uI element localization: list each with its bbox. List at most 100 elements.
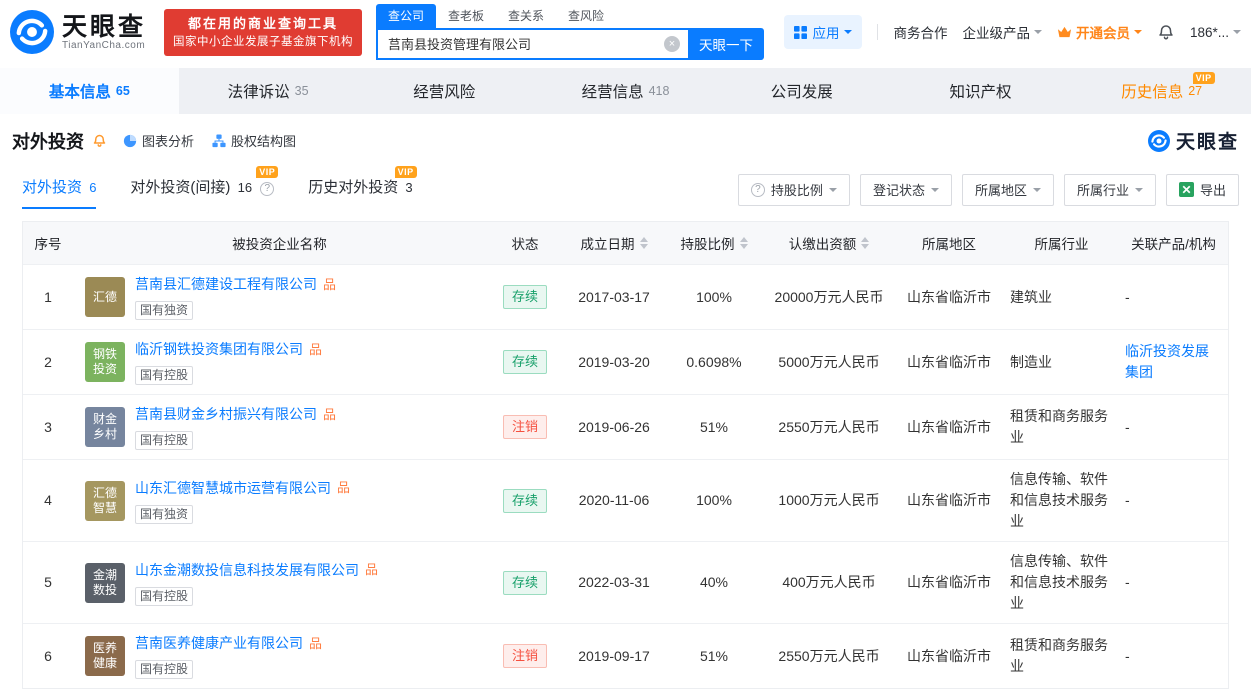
- subscribed-capital: 2550万元人民币: [778, 647, 880, 664]
- search-button[interactable]: 天眼一下: [688, 27, 764, 60]
- table-row: 2 钢铁 投资 临沂钢铁投资集团有限公司 品 国有控股 存续 2019-03-2…: [23, 329, 1228, 394]
- equity-mini-icon[interactable]: 品: [365, 563, 378, 577]
- search-tab-boss[interactable]: 查老板: [436, 4, 496, 28]
- promo-banner: 都在用的商业查询工具 国家中小企业发展子基金旗下机构: [164, 8, 362, 56]
- row-index: 5: [44, 574, 52, 590]
- table-header-row: 序号 被投资企业名称 状态 成立日期 持股比例 认缴出资额 所属地区 所属行业 …: [23, 222, 1228, 264]
- chevron-down-icon: [1032, 187, 1041, 196]
- search-tab-relation[interactable]: 查关系: [496, 4, 556, 28]
- tab-business-info[interactable]: 经营信息 418: [536, 68, 715, 114]
- holding-tag: 国有独资: [135, 301, 194, 320]
- tab-history-info[interactable]: VIP 历史信息 27: [1072, 68, 1251, 114]
- tab-company-development[interactable]: 公司发展: [715, 68, 894, 114]
- equity-mini-icon[interactable]: 品: [323, 407, 336, 422]
- status-badge: 注销: [503, 415, 547, 439]
- clear-search-icon[interactable]: ×: [664, 35, 680, 52]
- filter-registration-status[interactable]: 登记状态: [859, 173, 952, 206]
- col-shareholding-ratio: 持股比例: [664, 222, 764, 264]
- shareholding-ratio: 100%: [696, 492, 732, 508]
- industry: 信息传输、软件和信息技术服务业: [1010, 553, 1108, 611]
- founded-date: 2019-09-17: [578, 647, 650, 664]
- company-name-link[interactable]: 莒南县汇德建设工程有限公司: [135, 274, 317, 295]
- tianyancha-watermark: 天眼查: [1147, 127, 1239, 154]
- search-tabs: 查公司 查老板 查关系 查风险: [376, 3, 764, 28]
- open-vip-menu[interactable]: 开通会员: [1057, 22, 1142, 42]
- region: 山东省临沂市: [907, 353, 991, 370]
- equity-mini-icon[interactable]: 品: [309, 636, 322, 651]
- equity-mini-icon[interactable]: 品: [323, 277, 336, 292]
- brand-domain: TianYanCha.com: [62, 39, 146, 51]
- tab-operation-risk[interactable]: 经营风险: [357, 68, 536, 114]
- company-avatar: 钢铁 投资: [85, 342, 125, 382]
- row-index: 4: [44, 492, 52, 508]
- related-product: -: [1125, 574, 1130, 590]
- vip-badge: VIP: [1192, 72, 1215, 84]
- tab-legal-litigation[interactable]: 法律诉讼 35: [179, 68, 358, 114]
- help-icon: ?: [750, 182, 765, 197]
- chevron-down-icon: [930, 187, 939, 196]
- section-tools: 图表分析 股权结构图: [123, 131, 296, 150]
- company-avatar: 汇德: [85, 277, 125, 317]
- apps-label: 应用: [812, 26, 840, 41]
- equity-structure-button[interactable]: 股权结构图: [212, 131, 296, 150]
- user-account-menu[interactable]: 186*...: [1190, 25, 1241, 40]
- section-title: 对外投资: [12, 131, 84, 152]
- enterprise-product-menu[interactable]: 企业级产品: [962, 22, 1042, 42]
- related-product: -: [1125, 647, 1130, 664]
- subtab-indirect-investment[interactable]: VIP 对外投资(间接) 16 ?: [130, 166, 279, 207]
- search-tab-company[interactable]: 查公司: [376, 3, 437, 28]
- holding-tag: 国有控股: [135, 431, 194, 450]
- search-input[interactable]: [376, 27, 688, 60]
- company-avatar: 汇德 智慧: [85, 480, 125, 521]
- region: 山东省临沂市: [907, 288, 991, 305]
- related-product-link[interactable]: 临沂投资发展集团: [1119, 341, 1228, 383]
- vip-badge: VIP: [256, 166, 279, 178]
- equity-mini-icon[interactable]: 品: [309, 342, 322, 357]
- search-tab-risk[interactable]: 查风险: [556, 4, 616, 28]
- apps-button[interactable]: 应用: [784, 15, 863, 49]
- tab-basic-info[interactable]: 基本信息 65: [0, 68, 179, 114]
- sort-icon[interactable]: [739, 237, 748, 249]
- export-button[interactable]: 导出: [1165, 173, 1239, 206]
- industry: 租赁和商务服务业: [1010, 408, 1108, 445]
- alert-bell-icon[interactable]: [92, 133, 107, 148]
- company-avatar: 医养 健康: [85, 636, 125, 676]
- help-icon[interactable]: ?: [260, 181, 275, 196]
- col-subscribed-capital: 认缴出资额: [764, 222, 894, 264]
- subscribed-capital: 20000万元人民币: [774, 288, 884, 305]
- status-badge: 存续: [503, 570, 547, 595]
- business-cooperation-link[interactable]: 商务合作: [893, 22, 947, 42]
- filter-region[interactable]: 所属地区: [961, 173, 1054, 206]
- col-status: 状态: [511, 237, 539, 252]
- shareholding-ratio: 100%: [696, 288, 732, 305]
- company-avatar: 财金 乡村: [85, 407, 125, 447]
- filter-industry[interactable]: 所属行业: [1063, 173, 1156, 206]
- company-name-link[interactable]: 山东汇德智慧城市运营有限公司: [135, 478, 331, 499]
- company-nav-tabs: 基本信息 65 法律诉讼 35 经营风险 经营信息 418 公司发展 知识产权 …: [0, 68, 1251, 114]
- col-index: 序号: [34, 237, 62, 252]
- user-phone: 186*...: [1189, 24, 1229, 40]
- subtab-outbound-investment[interactable]: 对外投资 6: [22, 170, 97, 209]
- col-company-name: 被投资企业名称: [232, 237, 327, 252]
- notifications-button[interactable]: [1157, 23, 1175, 41]
- sort-icon[interactable]: [639, 237, 648, 249]
- tab-intellectual-property[interactable]: 知识产权: [894, 68, 1073, 114]
- filter-bar: ? 持股比例 登记状态 所属地区 所属行业 导出: [737, 173, 1239, 206]
- industry: 信息传输、软件和信息技术服务业: [1010, 471, 1108, 529]
- divider: [877, 24, 879, 40]
- company-name-link[interactable]: 山东金潮数投信息科技发展有限公司: [135, 560, 359, 581]
- sort-icon[interactable]: [861, 237, 870, 249]
- company-name-link[interactable]: 莒南医养健康产业有限公司: [135, 633, 303, 654]
- subscribed-capital: 5000万元人民币: [778, 353, 880, 370]
- vip-badge: VIP: [394, 166, 417, 178]
- equity-mini-icon[interactable]: 品: [337, 481, 350, 495]
- grid-icon: [794, 25, 808, 39]
- company-name-link[interactable]: 临沂钢铁投资集团有限公司: [135, 339, 303, 360]
- crown-icon: [1057, 26, 1072, 38]
- filter-shareholding-ratio[interactable]: ? 持股比例: [737, 173, 850, 206]
- chart-analysis-button[interactable]: 图表分析: [123, 131, 194, 150]
- brand-logo[interactable]: 天眼查 TianYanCha.com: [10, 10, 158, 54]
- subtab-history-investment[interactable]: VIP 历史对外投资 3: [308, 166, 417, 207]
- table-row: 1 汇德 莒南县汇德建设工程有限公司 品 国有独资 存续 2017-03-17 …: [23, 264, 1228, 329]
- company-name-link[interactable]: 莒南县财金乡村振兴有限公司: [135, 404, 317, 425]
